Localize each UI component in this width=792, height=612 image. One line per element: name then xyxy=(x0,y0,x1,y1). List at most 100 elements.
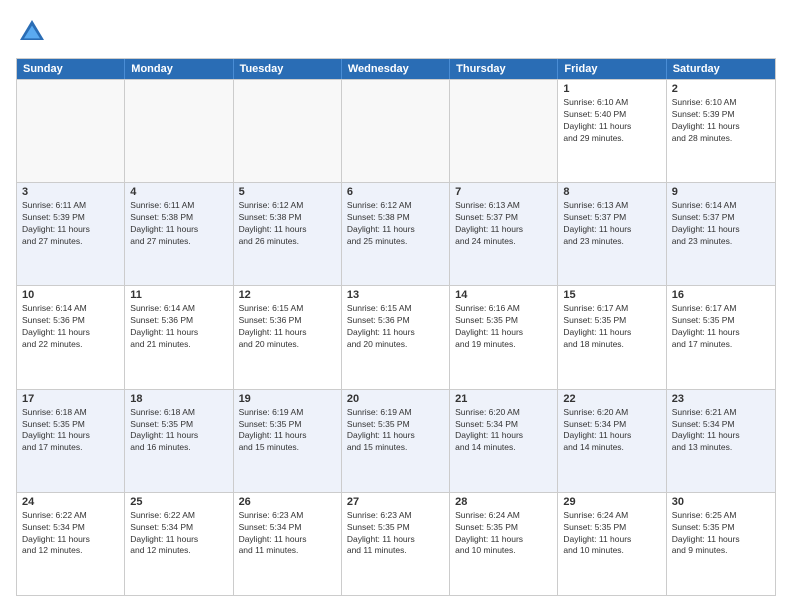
day-number: 25 xyxy=(130,496,227,508)
cell-info: Sunrise: 6:14 AM Sunset: 5:36 PM Dayligh… xyxy=(130,303,227,351)
cell-info: Sunrise: 6:25 AM Sunset: 5:35 PM Dayligh… xyxy=(672,510,770,558)
day-number: 22 xyxy=(563,393,660,405)
header xyxy=(16,16,776,48)
calendar-cell-empty-1 xyxy=(125,80,233,182)
calendar-cell-22: 22Sunrise: 6:20 AM Sunset: 5:34 PM Dayli… xyxy=(558,390,666,492)
weekday-header-sunday: Sunday xyxy=(17,59,125,79)
calendar-cell-8: 8Sunrise: 6:13 AM Sunset: 5:37 PM Daylig… xyxy=(558,183,666,285)
day-number: 12 xyxy=(239,289,336,301)
logo-icon xyxy=(16,16,48,48)
calendar-row-0: 1 Sunrise: 6:10 AM Sunset: 5:40 PM Daylig… xyxy=(17,79,775,182)
calendar-cell-3: 3Sunrise: 6:11 AM Sunset: 5:39 PM Daylig… xyxy=(17,183,125,285)
calendar-body: 1 Sunrise: 6:10 AM Sunset: 5:40 PM Daylig… xyxy=(17,79,775,595)
calendar-cell-17: 17 Sunrise: 6:18 AM Sunset: 5:35 PM Dayli… xyxy=(17,390,125,492)
day-number: 21 xyxy=(455,393,552,405)
logo xyxy=(16,16,52,48)
cell-info: Sunrise: 6:24 AM Sunset: 5:35 PM Dayligh… xyxy=(563,510,660,558)
calendar-cell-10: 10 Sunrise: 6:14 AM Sunset: 5:36 PM Dayli… xyxy=(17,286,125,388)
cell-info: Sunrise: 6:22 AM Sunset: 5:34 PM Dayligh… xyxy=(22,510,119,558)
calendar-cell-23: 23 Sunrise: 6:21 AM Sunset: 5:34 PM Dayli… xyxy=(667,390,775,492)
calendar-cell-11: 11 Sunrise: 6:14 AM Sunset: 5:36 PM Dayli… xyxy=(125,286,233,388)
cell-info: Sunrise: 6:18 AM Sunset: 5:35 PM Dayligh… xyxy=(22,407,119,455)
cell-info: Sunrise: 6:12 AM Sunset: 5:38 PM Dayligh… xyxy=(239,200,336,248)
cell-info: Sunrise: 6:16 AM Sunset: 5:35 PM Dayligh… xyxy=(455,303,552,351)
day-number: 28 xyxy=(455,496,552,508)
day-number: 16 xyxy=(672,289,770,301)
day-number: 11 xyxy=(130,289,227,301)
calendar-row-2: 10 Sunrise: 6:14 AM Sunset: 5:36 PM Dayli… xyxy=(17,285,775,388)
page: SundayMondayTuesdayWednesdayThursdayFrid… xyxy=(0,0,792,612)
day-number: 2 xyxy=(672,83,770,95)
day-number: 30 xyxy=(672,496,770,508)
calendar-cell-26: 26 Sunrise: 6:23 AM Sunset: 5:34 PM Dayli… xyxy=(234,493,342,595)
day-number: 9 xyxy=(672,186,770,198)
calendar-cell-28: 28Sunrise: 6:24 AM Sunset: 5:35 PM Dayli… xyxy=(450,493,558,595)
calendar: SundayMondayTuesdayWednesdayThursdayFrid… xyxy=(16,58,776,596)
calendar-cell-18: 18 Sunrise: 6:18 AM Sunset: 5:35 PM Dayli… xyxy=(125,390,233,492)
cell-info: Sunrise: 6:11 AM Sunset: 5:39 PM Dayligh… xyxy=(22,200,119,248)
cell-info: Sunrise: 6:10 AM Sunset: 5:39 PM Dayligh… xyxy=(672,97,770,145)
calendar-cell-empty-0 xyxy=(17,80,125,182)
weekday-header-friday: Friday xyxy=(558,59,666,79)
cell-info: Sunrise: 6:15 AM Sunset: 5:36 PM Dayligh… xyxy=(239,303,336,351)
cell-info: Sunrise: 6:20 AM Sunset: 5:34 PM Dayligh… xyxy=(455,407,552,455)
calendar-cell-2: 2 Sunrise: 6:10 AM Sunset: 5:39 PM Daylig… xyxy=(667,80,775,182)
calendar-row-4: 24 Sunrise: 6:22 AM Sunset: 5:34 PM Dayli… xyxy=(17,492,775,595)
day-number: 6 xyxy=(347,186,444,198)
calendar-cell-16: 16 Sunrise: 6:17 AM Sunset: 5:35 PM Dayli… xyxy=(667,286,775,388)
calendar-cell-empty-4 xyxy=(450,80,558,182)
calendar-cell-21: 21 Sunrise: 6:20 AM Sunset: 5:34 PM Dayli… xyxy=(450,390,558,492)
day-number: 1 xyxy=(563,83,660,95)
cell-info: Sunrise: 6:19 AM Sunset: 5:35 PM Dayligh… xyxy=(347,407,444,455)
day-number: 8 xyxy=(563,186,660,198)
calendar-cell-empty-3 xyxy=(342,80,450,182)
weekday-header-saturday: Saturday xyxy=(667,59,775,79)
cell-info: Sunrise: 6:14 AM Sunset: 5:37 PM Dayligh… xyxy=(672,200,770,248)
calendar-cell-12: 12 Sunrise: 6:15 AM Sunset: 5:36 PM Dayli… xyxy=(234,286,342,388)
cell-info: Sunrise: 6:12 AM Sunset: 5:38 PM Dayligh… xyxy=(347,200,444,248)
cell-info: Sunrise: 6:21 AM Sunset: 5:34 PM Dayligh… xyxy=(672,407,770,455)
calendar-cell-1: 1 Sunrise: 6:10 AM Sunset: 5:40 PM Daylig… xyxy=(558,80,666,182)
weekday-header-monday: Monday xyxy=(125,59,233,79)
calendar-cell-13: 13 Sunrise: 6:15 AM Sunset: 5:36 PM Dayli… xyxy=(342,286,450,388)
day-number: 29 xyxy=(563,496,660,508)
day-number: 18 xyxy=(130,393,227,405)
calendar-cell-5: 5 Sunrise: 6:12 AM Sunset: 5:38 PM Daylig… xyxy=(234,183,342,285)
day-number: 13 xyxy=(347,289,444,301)
calendar-cell-20: 20Sunrise: 6:19 AM Sunset: 5:35 PM Dayli… xyxy=(342,390,450,492)
cell-info: Sunrise: 6:17 AM Sunset: 5:35 PM Dayligh… xyxy=(672,303,770,351)
calendar-cell-empty-2 xyxy=(234,80,342,182)
cell-info: Sunrise: 6:10 AM Sunset: 5:40 PM Dayligh… xyxy=(563,97,660,145)
cell-info: Sunrise: 6:13 AM Sunset: 5:37 PM Dayligh… xyxy=(455,200,552,248)
calendar-cell-30: 30 Sunrise: 6:25 AM Sunset: 5:35 PM Dayli… xyxy=(667,493,775,595)
day-number: 15 xyxy=(563,289,660,301)
day-number: 27 xyxy=(347,496,444,508)
day-number: 24 xyxy=(22,496,119,508)
day-number: 14 xyxy=(455,289,552,301)
day-number: 19 xyxy=(239,393,336,405)
cell-info: Sunrise: 6:15 AM Sunset: 5:36 PM Dayligh… xyxy=(347,303,444,351)
day-number: 26 xyxy=(239,496,336,508)
day-number: 5 xyxy=(239,186,336,198)
cell-info: Sunrise: 6:11 AM Sunset: 5:38 PM Dayligh… xyxy=(130,200,227,248)
calendar-cell-24: 24 Sunrise: 6:22 AM Sunset: 5:34 PM Dayli… xyxy=(17,493,125,595)
day-number: 17 xyxy=(22,393,119,405)
calendar-cell-9: 9 Sunrise: 6:14 AM Sunset: 5:37 PM Daylig… xyxy=(667,183,775,285)
cell-info: Sunrise: 6:14 AM Sunset: 5:36 PM Dayligh… xyxy=(22,303,119,351)
cell-info: Sunrise: 6:18 AM Sunset: 5:35 PM Dayligh… xyxy=(130,407,227,455)
day-number: 7 xyxy=(455,186,552,198)
calendar-cell-6: 6 Sunrise: 6:12 AM Sunset: 5:38 PM Daylig… xyxy=(342,183,450,285)
calendar-row-3: 17 Sunrise: 6:18 AM Sunset: 5:35 PM Dayli… xyxy=(17,389,775,492)
day-number: 10 xyxy=(22,289,119,301)
cell-info: Sunrise: 6:23 AM Sunset: 5:34 PM Dayligh… xyxy=(239,510,336,558)
cell-info: Sunrise: 6:19 AM Sunset: 5:35 PM Dayligh… xyxy=(239,407,336,455)
calendar-header: SundayMondayTuesdayWednesdayThursdayFrid… xyxy=(17,59,775,79)
cell-info: Sunrise: 6:22 AM Sunset: 5:34 PM Dayligh… xyxy=(130,510,227,558)
calendar-cell-29: 29 Sunrise: 6:24 AM Sunset: 5:35 PM Dayli… xyxy=(558,493,666,595)
calendar-cell-27: 27Sunrise: 6:23 AM Sunset: 5:35 PM Dayli… xyxy=(342,493,450,595)
day-number: 23 xyxy=(672,393,770,405)
calendar-row-1: 3Sunrise: 6:11 AM Sunset: 5:39 PM Daylig… xyxy=(17,182,775,285)
calendar-cell-19: 19 Sunrise: 6:19 AM Sunset: 5:35 PM Dayli… xyxy=(234,390,342,492)
weekday-header-thursday: Thursday xyxy=(450,59,558,79)
day-number: 4 xyxy=(130,186,227,198)
